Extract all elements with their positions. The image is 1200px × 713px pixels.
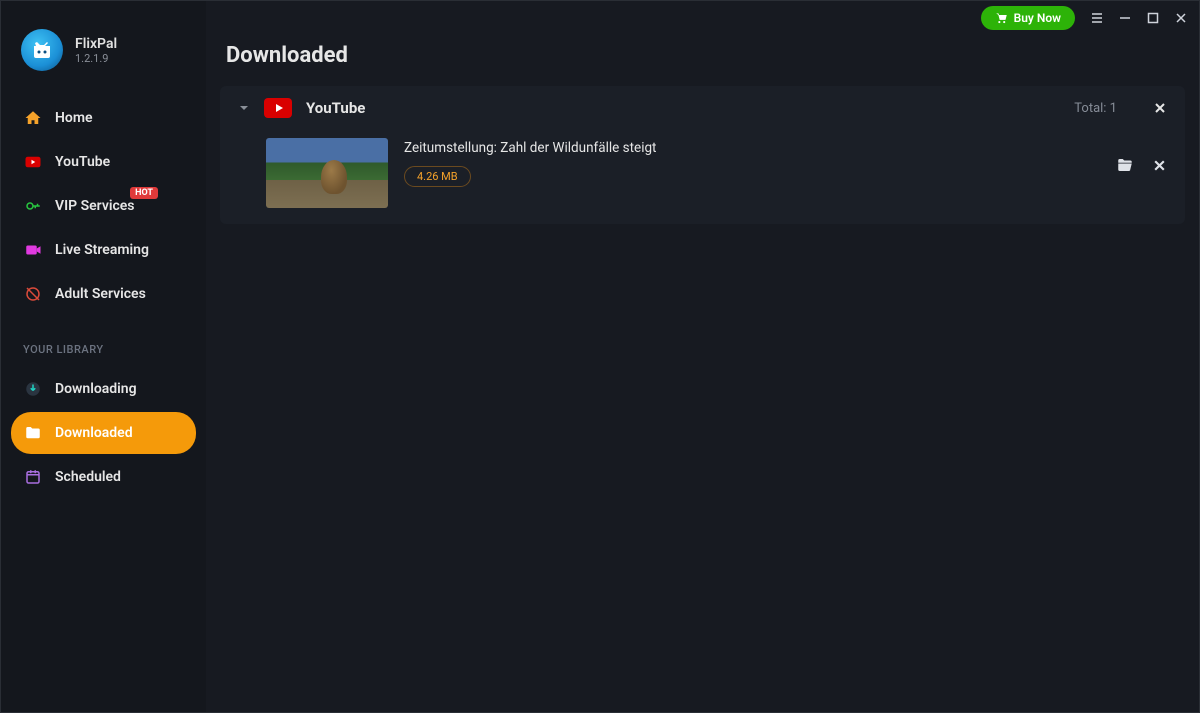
sidebar-item-label: Live Streaming [55,242,149,258]
open-folder-icon[interactable] [1116,156,1134,174]
youtube-icon [23,152,43,172]
app-logo-icon [21,29,63,71]
minimize-icon[interactable] [1117,11,1133,25]
live-icon [23,240,43,260]
item-size: 4.26 MB [404,166,471,187]
hot-badge: HOT [130,187,158,199]
buy-now-label: Buy Now [1014,11,1061,25]
sidebar-item-live-streaming[interactable]: Live Streaming [11,229,196,271]
item-title: Zeitumstellung: Zahl der Wildunfälle ste… [404,140,1100,156]
group-close-icon[interactable] [1153,101,1167,115]
adult-icon [23,284,43,304]
app-name: FlixPal [75,36,117,52]
sidebar-item-scheduled[interactable]: Scheduled [11,456,196,498]
schedule-icon [23,467,43,487]
sidebar-item-label: VIP Services [55,198,135,214]
maximize-icon[interactable] [1145,11,1161,25]
buy-now-button[interactable]: Buy Now [981,6,1075,30]
group-total: Total: 1 [1074,101,1117,116]
sidebar-item-youtube[interactable]: YouTube [11,141,196,183]
app-version: 1.2.1.9 [75,52,117,65]
library-section-label: YOUR LIBRARY [1,319,206,364]
home-icon [23,108,43,128]
delete-item-icon[interactable] [1152,158,1167,173]
download-icon [23,379,43,399]
sidebar-item-label: Scheduled [55,469,121,485]
cart-icon [995,12,1008,25]
menu-icon[interactable] [1089,11,1105,25]
sidebar-item-downloaded[interactable]: Downloaded [11,412,196,454]
download-item: Zeitumstellung: Zahl der Wildunfälle ste… [220,130,1185,224]
sidebar-item-vip-services[interactable]: VIP Services HOT [11,185,196,227]
video-thumbnail [266,138,388,208]
download-group: YouTube Total: 1 Zeitumstellung: Zahl de… [220,86,1185,224]
sidebar-item-label: Downloading [55,381,137,397]
chevron-down-icon[interactable] [238,102,250,114]
sidebar-item-label: YouTube [55,154,110,170]
sidebar-item-adult-services[interactable]: Adult Services [11,273,196,315]
group-name: YouTube [306,99,1060,117]
sidebar-item-downloading[interactable]: Downloading [11,368,196,410]
key-icon [23,196,43,216]
sidebar-item-home[interactable]: Home [11,97,196,139]
sidebar-item-label: Home [55,110,93,126]
page-title: Downloaded [206,29,1199,86]
sidebar-item-label: Downloaded [55,425,133,441]
folder-icon [23,423,43,443]
youtube-icon [264,98,292,118]
sidebar-item-label: Adult Services [55,286,146,302]
close-icon[interactable] [1173,11,1189,25]
app-brand: FlixPal 1.2.1.9 [1,21,206,93]
